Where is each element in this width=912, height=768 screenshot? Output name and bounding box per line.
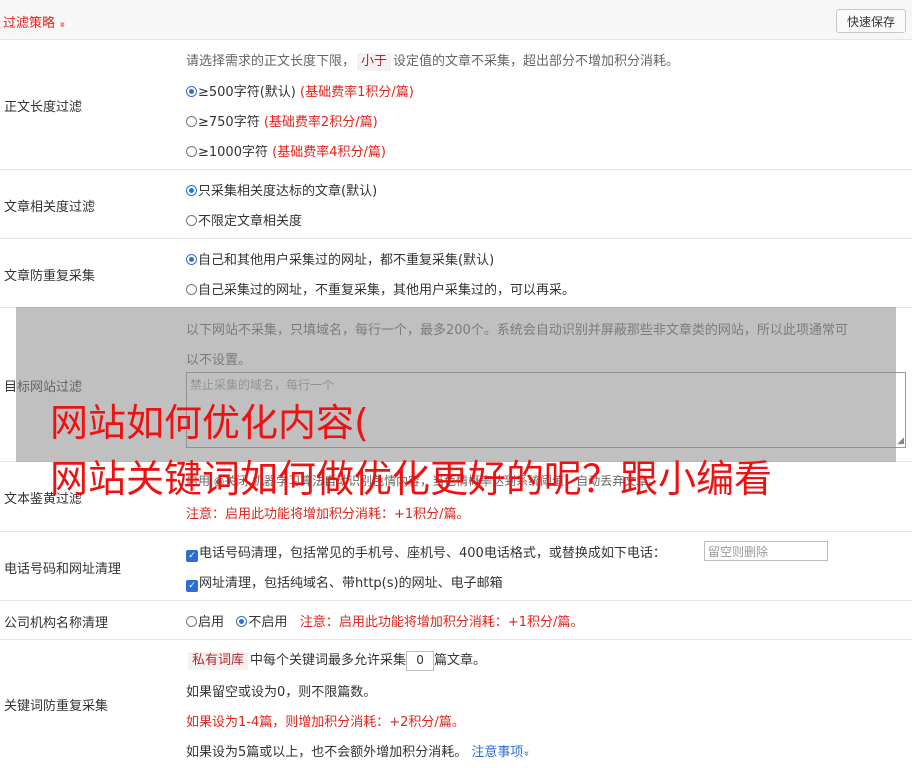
keyword-dedupe-line-3: 如果设为1-4篇，则增加积分消耗：+2积分/篇。 — [186, 715, 465, 730]
dedupe-option-all[interactable]: 自己和其他用户采集过的网址，都不重复采集(默认) — [186, 249, 494, 268]
checkbox-checked-icon[interactable]: ✓ — [186, 580, 198, 592]
less-than-tag: 小于 — [357, 53, 392, 71]
keyword-dedupe-line-2: 如果留空或设为0，则不限篇数。 — [186, 685, 377, 700]
length-option-500[interactable]: ≥500字符(默认) (基础费率1积分/篇) — [186, 81, 414, 100]
company-enable-option[interactable]: 启用 — [186, 615, 224, 630]
radio-icon[interactable] — [186, 616, 197, 627]
radio-icon[interactable] — [186, 215, 197, 226]
porn-filter-note: 注意：启用此功能将增加积分消耗：+1积分/篇。 — [186, 507, 470, 522]
company-row: 公司机构名称清理 启用 不启用 注意：启用此功能将增加积分消耗：+1积分/篇。 — [0, 601, 912, 640]
company-disable-option[interactable]: 不启用 — [236, 615, 287, 630]
length-filter-description: 请选择需求的正文长度下限， 小于 设定值的文章不采集，超出部分不增加积分消耗。 — [186, 53, 680, 71]
radio-icon[interactable] — [186, 284, 197, 295]
checkbox-checked-icon[interactable]: ✓ — [186, 550, 198, 562]
chevron-down-icon: » — [521, 750, 532, 757]
dedupe-row: 文章防重复采集 自己和其他用户采集过的网址，都不重复采集(默认) 自己采集过的网… — [0, 239, 912, 308]
dedupe-label: 文章防重复采集 — [4, 269, 96, 284]
replacement-phone-input[interactable]: 留空则删除 — [704, 541, 828, 561]
length-option-1000[interactable]: ≥1000字符 (基础费率4积分/篇) — [186, 141, 386, 160]
header-title: 过滤策略 — [3, 16, 56, 31]
dedupe-option-self[interactable]: 自己采集过的网址，不重复采集，其他用户采集过的，可以再采。 — [186, 279, 575, 298]
company-note: 注意：启用此功能将增加积分消耗：+1积分/篇。 — [299, 615, 584, 630]
notice-link[interactable]: 注意事项» — [471, 745, 532, 760]
relevance-option-unlimited[interactable]: 不限定文章相关度 — [186, 210, 302, 229]
radio-icon[interactable] — [186, 146, 197, 157]
radio-selected-icon[interactable] — [186, 254, 197, 265]
private-lexicon-tag[interactable]: 私有词库 — [188, 652, 249, 670]
keyword-dedupe-line-4: 如果设为5篇或以上，也不会额外增加积分消耗。 注意事项» — [186, 745, 532, 760]
length-filter-label: 正文长度过滤 — [4, 100, 83, 115]
keyword-dedupe-label: 关键词防重复采集 — [4, 699, 109, 714]
relevance-row: 文章相关度过滤 只采集相关度达标的文章(默认) 不限定文章相关度 — [0, 170, 912, 239]
chevron-down-icon: » — [56, 21, 68, 28]
length-option-750[interactable]: ≥750字符 (基础费率2积分/篇) — [186, 111, 378, 130]
quick-save-button[interactable]: 快速保存 — [836, 9, 906, 33]
target-site-description-2: 以不设置。 — [186, 353, 252, 368]
max-articles-input[interactable]: 0 — [406, 650, 435, 671]
keyword-dedupe-row: 关键词防重复采集 私有词库 中每个关键词最多允许采集 0 篇文章。 如果留空或设为0，… — [0, 640, 912, 768]
url-cleanup-option[interactable]: ✓ 网址清理，包括纯域名、带http(s)的网址、电子邮箱 — [186, 572, 503, 592]
radio-selected-icon[interactable] — [236, 616, 248, 627]
phone-url-label: 电话号码和网址清理 — [4, 562, 122, 577]
target-site-description-1: 以下网站不采集，只填域名，每行一个，最多200个。系统会自动识别并屏蔽那些非文章… — [186, 323, 848, 338]
relevance-option-qualified[interactable]: 只采集相关度达标的文章(默认) — [186, 180, 377, 199]
radio-icon[interactable] — [186, 116, 197, 127]
filter-strategy-toggle[interactable]: 过滤策略» — [3, 12, 68, 31]
phone-cleanup-option[interactable]: ✓ 电话号码清理，包括常见的手机号、座机号、400电话格式，或替换成如下电话： — [186, 542, 666, 562]
company-options: 启用 不启用 注意：启用此功能将增加积分消耗：+1积分/篇。 — [186, 611, 583, 630]
phone-url-row: 电话号码和网址清理 ✓ 电话号码清理，包括常见的手机号、座机号、400电话格式，或… — [0, 532, 912, 601]
company-label: 公司机构名称清理 — [4, 616, 109, 631]
radio-selected-icon[interactable] — [186, 86, 197, 97]
relevance-label: 文章相关度过滤 — [4, 200, 96, 215]
length-filter-row: 正文长度过滤 请选择需求的正文长度下限， 小于 设定值的文章不采集，超出部分不增加积… — [0, 40, 912, 170]
overlay-title-line-2: 网站关键词如何做优化更好的呢？跟小编看 — [50, 457, 773, 501]
radio-selected-icon[interactable] — [186, 185, 197, 196]
overlay-title-line-1: 网站如何优化内容( — [50, 401, 369, 445]
keyword-dedupe-limit: 私有词库 中每个关键词最多允许采集 0 篇文章。 — [186, 649, 486, 671]
filter-strategy-header: 过滤策略» 快速保存 — [0, 0, 912, 40]
resize-grip-icon[interactable]: ◢ — [897, 436, 904, 446]
